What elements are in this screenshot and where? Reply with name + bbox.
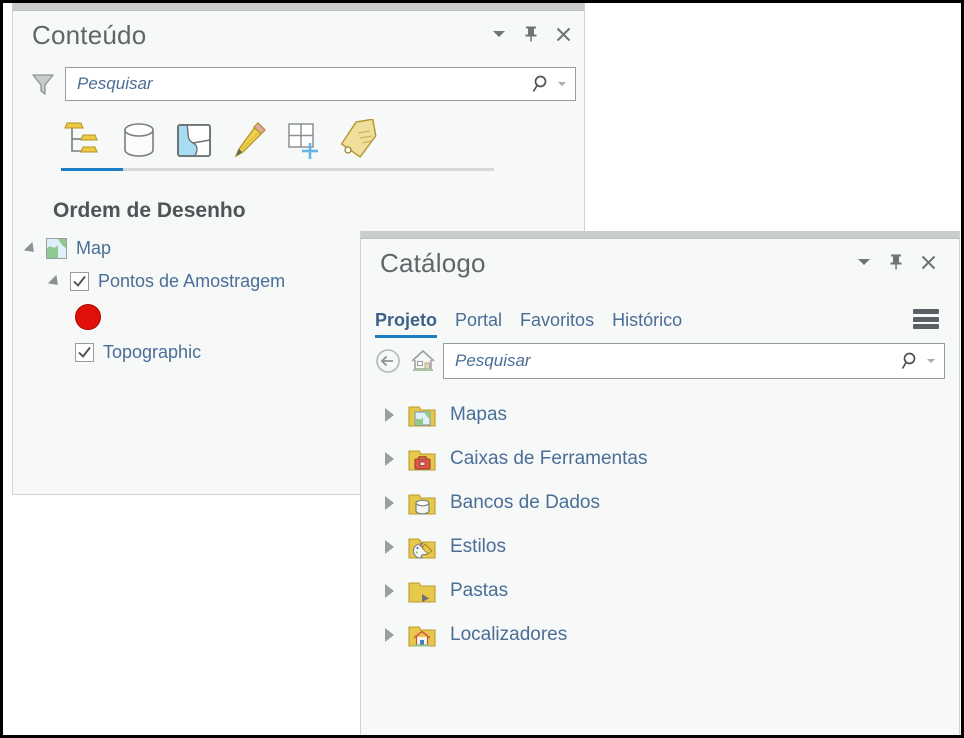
hamburger-bar [913,309,939,314]
folder-toolboxes-icon [408,450,436,471]
folder-folders-icon [408,582,436,603]
catalog-search-input[interactable]: Pesquisar [444,351,900,371]
catalog-item-label: Localizadores [450,624,568,645]
home-icon [411,349,435,371]
checkbox-pontos-de-amostragem[interactable] [70,272,89,291]
catalog-panel-top-strip [361,231,959,239]
list-by-selection-icon[interactable] [171,117,217,163]
caret-down-icon [858,259,870,265]
tab-portal[interactable]: Portal [455,310,502,337]
catalog-item-label: Caixas de Ferramentas [450,448,648,469]
contents-panel-top-strip [13,3,584,11]
catalog-item-label: Bancos de Dados [450,492,600,513]
folder-databases-icon [408,494,436,515]
expander-pastas-icon[interactable] [385,584,394,598]
expander-layer-icon[interactable] [47,274,63,289]
hamburger-menu-icon[interactable] [913,309,939,329]
toc-label-topographic: Topographic [103,342,202,362]
catalog-item-label: Mapas [450,404,508,425]
list-by-editing-icon[interactable] [226,117,272,163]
search-dropdown-caret-icon[interactable] [927,359,935,363]
catalog-tabs: Projeto Portal Favoritos Histórico [361,291,959,338]
toolbar-active-indicator [61,168,494,171]
contents-search-box[interactable]: Pesquisar [65,67,576,101]
catalog-nav-row: Pesquisar [361,337,959,379]
expander-map-icon[interactable] [23,241,39,256]
contents-toolbar [13,111,584,171]
tab-favoritos[interactable]: Favoritos [520,310,594,337]
magnifier-icon[interactable] [531,73,553,95]
catalog-panel: Catálogo Projeto Portal Favoritos Histór… [360,231,960,735]
list-by-drawing-order-icon[interactable] [61,117,107,163]
checkbox-topographic[interactable] [75,343,94,362]
catalog-item-label: Estilos [450,536,506,557]
pin-icon [525,26,537,42]
home-button[interactable] [408,346,438,376]
toc-label-pontos-de-amostragem: Pontos de Amostragem [98,271,286,291]
tab-projeto[interactable]: Projeto [375,310,438,338]
back-button[interactable] [373,346,403,376]
funnel-icon[interactable] [30,71,56,97]
catalog-item-pastas[interactable]: Pastas [361,569,959,613]
catalog-item-bancos-de-dados[interactable]: Bancos de Dados [361,481,959,525]
toc-header: Ordem de Desenho [53,199,246,222]
contents-panel-pin-icon[interactable] [522,25,540,43]
expander-localizadores-icon[interactable] [385,628,394,642]
expander-caixas-de-ferramentas-icon[interactable] [385,452,394,466]
checkmark-icon [73,275,86,287]
catalog-item-estilos[interactable]: Estilos [361,525,959,569]
list-by-labeling-icon[interactable] [336,117,382,163]
toc-label-map: Map [76,238,112,258]
pin-icon [890,254,902,270]
catalog-item-localizadores[interactable]: Localizadores [361,613,959,657]
hamburger-bar [913,316,939,322]
hamburger-bar [913,324,939,329]
close-icon [921,255,935,269]
catalog-tree: Mapas Caixas de Ferramentas Bancos de Da… [361,393,959,657]
caret-down-icon [493,31,505,37]
contents-search-input[interactable]: Pesquisar [66,74,531,94]
magnifier-icon[interactable] [900,350,922,372]
expander-estilos-icon[interactable] [385,540,394,554]
expander-mapas-icon[interactable] [385,408,394,422]
contents-panel-close-icon[interactable] [554,25,572,43]
list-by-data-source-icon[interactable] [116,117,162,163]
back-arrow-icon [376,349,400,373]
contents-panel-titlebar: Conteúdo [13,11,584,63]
close-icon [556,27,570,41]
contents-search-row: Pesquisar [13,67,584,101]
contents-panel-title-buttons [490,25,572,43]
catalog-item-caixas-de-ferramentas[interactable]: Caixas de Ferramentas [361,437,959,481]
point-symbol-swatch [75,304,101,330]
catalog-panel-close-icon[interactable] [919,253,937,271]
folder-maps-icon [408,406,436,427]
catalog-panel-pin-icon[interactable] [887,253,905,271]
catalog-panel-menu-caret-icon[interactable] [855,253,873,271]
catalog-search-box[interactable]: Pesquisar [443,343,945,379]
contents-panel-menu-caret-icon[interactable] [490,25,508,43]
map-thumbnail-icon [46,238,67,259]
search-dropdown-caret-icon[interactable] [558,82,566,86]
catalog-panel-title: Catálogo [380,248,486,278]
folder-styles-icon [408,538,436,559]
list-by-snapping-icon[interactable] [281,117,327,163]
folder-locators-icon [408,626,436,647]
contents-panel-title: Conteúdo [32,20,147,50]
expander-bancos-de-dados-icon[interactable] [385,496,394,510]
catalog-panel-title-buttons [855,253,937,271]
catalog-item-mapas[interactable]: Mapas [361,393,959,437]
screenshot-root: Conteúdo Pesquisar Ordem de Desenho Map … [0,0,964,738]
tab-historico[interactable]: Histórico [612,310,682,337]
checkmark-icon [78,346,91,358]
catalog-item-label: Pastas [450,580,509,601]
catalog-panel-titlebar: Catálogo [361,239,959,291]
